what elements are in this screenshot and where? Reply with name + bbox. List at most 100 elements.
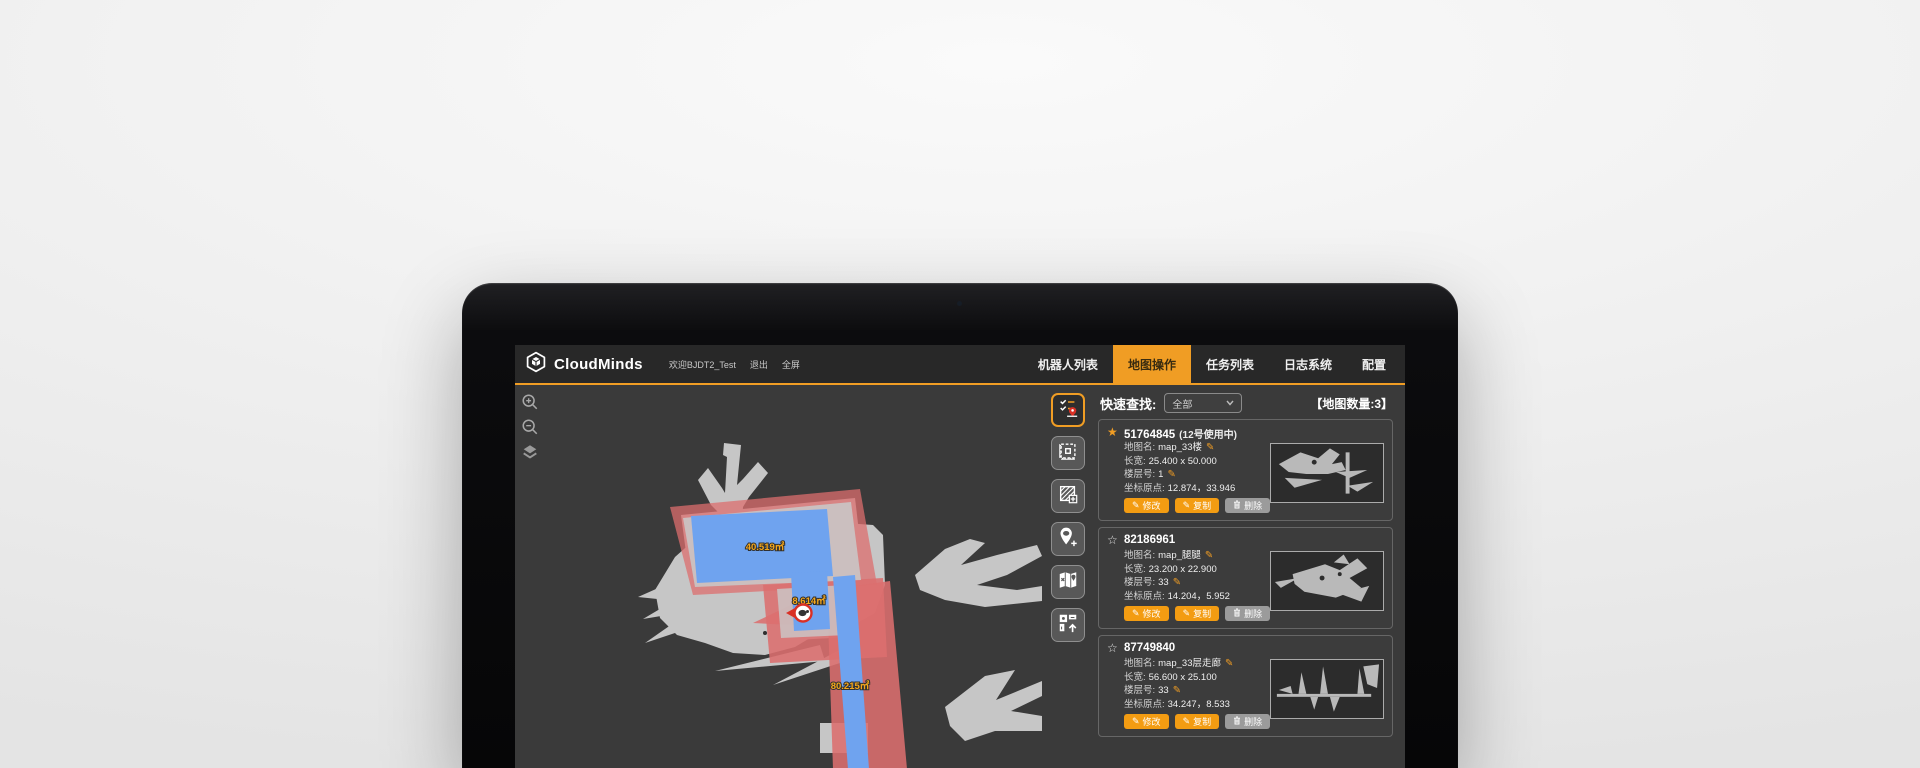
brand-name: CloudMinds [554,356,643,373]
copy-button[interactable]: ✎复制 [1175,606,1220,621]
add-virtual-wall-button[interactable] [1051,479,1085,513]
map-list-panel: 快速查找: 全部 【地图数量:3】 ★ 51764845(12号使用中) [1098,385,1400,768]
field-value: 14.204，5.952 [1168,591,1230,602]
pencil-icon: ✎ [1132,500,1140,511]
trash-icon [1233,608,1241,619]
card-actions: ✎修改 ✎复制 删除 [1124,606,1270,621]
favorite-star-icon[interactable]: ★ [1107,426,1118,438]
edit-pencil-icon[interactable]: ✎ [1225,658,1233,669]
map-id: 82186961 [1124,534,1175,546]
quick-search-label: 快速查找: [1100,394,1156,413]
app-window: CloudMinds 欢迎BJDT2_Test 退出 全屏 机器人列表 地图操作… [515,345,1405,768]
pencil-icon: ✎ [1132,608,1140,619]
desktop-background: CloudMinds 欢迎BJDT2_Test 退出 全屏 机器人列表 地图操作… [0,0,1920,768]
edit-button[interactable]: ✎修改 [1124,498,1169,513]
field-label: 长宽: [1124,564,1146,575]
add-virtual-wall-icon [1057,483,1079,510]
delete-button[interactable]: 删除 [1225,498,1270,513]
delete-button-label: 删除 [1244,499,1262,512]
favorite-star-icon[interactable]: ☆ [1107,642,1118,654]
filter-row: 快速查找: 全部 【地图数量:3】 [1100,393,1393,413]
copy-button-label: 复制 [1193,499,1211,512]
pencil-icon: ✎ [1183,500,1191,511]
map-canvas[interactable]: 40.519㎡ 8.614㎡ 80.215㎡ [515,385,1045,768]
map-controls [521,393,539,461]
delete-button[interactable]: 删除 [1225,714,1270,729]
field-value: 1 [1158,469,1163,480]
copy-button[interactable]: ✎复制 [1175,714,1220,729]
map-thumbnail[interactable] [1270,443,1384,503]
field-floor: 楼层号:1 ✎ [1124,470,1235,481]
map-card-list: ★ 51764845(12号使用中) 地图名:map_33楼✎ 长宽:25.40… [1098,419,1393,737]
field-label: 坐标原点: [1124,591,1165,602]
pencil-icon: ✎ [1183,716,1191,727]
zoom-in-button[interactable] [521,393,539,411]
brand: CloudMinds [525,351,643,378]
field-origin: 坐标原点:12.874，33.946 [1124,484,1235,495]
field-label: 坐标原点: [1124,699,1165,710]
map-task-list-button[interactable] [1051,393,1085,427]
area-label: 40.519㎡ [746,541,785,553]
field-value: map_33层走廊 [1158,658,1221,669]
map-card: ☆ 82186961 地图名:map_腿腿✎ 长宽:23.200 x 22.90… [1098,527,1393,629]
copy-button[interactable]: ✎复制 [1175,498,1220,513]
favorite-star-icon[interactable]: ☆ [1107,534,1118,546]
fullscreen-link[interactable]: 全屏 [782,358,800,371]
edit-button-label: 修改 [1143,499,1161,512]
filter-dropdown[interactable]: 全部 [1164,393,1242,413]
delete-button-label: 删除 [1244,607,1262,620]
card-fields: 地图名:map_33楼✎ 长宽:25.400 x 50.000 楼层号:1✎ 坐… [1124,443,1235,494]
map-id: 87749840 [1124,642,1175,654]
delete-button[interactable]: 删除 [1225,606,1270,621]
map-thumbnail[interactable] [1270,659,1384,719]
area-label: 80.215㎡ [831,680,870,692]
measure-area-button[interactable] [1051,436,1085,470]
field-origin: 坐标原点:14.204，5.952 [1124,592,1230,603]
field-label: 坐标原点: [1124,483,1165,494]
field-label: 楼层号: [1124,577,1155,588]
nav-tab-map-operation[interactable]: 地图操作 [1113,345,1191,383]
logout-link[interactable]: 退出 [750,358,768,371]
field-floor: 楼层号:33✎ [1124,686,1233,697]
edit-pencil-icon[interactable]: ✎ [1167,469,1175,480]
upload-map-button[interactable] [1051,608,1085,642]
edit-pencil-icon[interactable]: ✎ [1206,442,1214,453]
upload-map-icon [1057,612,1079,639]
map-status-badge: (12号使用中) [1179,430,1237,441]
edit-pencil-icon[interactable]: ✎ [1173,685,1181,696]
nav-tab-task-list[interactable]: 任务列表 [1191,345,1269,383]
map-annotate-icon [1057,569,1079,596]
map-annotate-button[interactable] [1051,565,1085,599]
pencil-icon: ✎ [1183,608,1191,619]
app-body: 40.519㎡ 8.614㎡ 80.215㎡ [515,385,1405,768]
webcam-dot [957,301,962,306]
card-title: 87749840 [1124,642,1179,654]
cloudminds-logo-icon [525,351,547,378]
map-toolbar [1051,393,1085,642]
layers-button[interactable] [521,443,539,461]
edit-button[interactable]: ✎修改 [1124,714,1169,729]
nav-tab-config[interactable]: 配置 [1347,345,1401,383]
zoom-out-button[interactable] [521,418,539,436]
field-size: 长宽:25.400 x 50.000 [1124,457,1235,468]
copy-button-label: 复制 [1193,607,1211,620]
field-map-name: 地图名:map_33层走廊 ✎ [1124,659,1233,670]
field-label: 楼层号: [1124,685,1155,696]
edit-button[interactable]: ✎修改 [1124,606,1169,621]
map-task-list-icon [1057,397,1079,424]
field-label: 长宽: [1124,456,1146,467]
add-point-button[interactable] [1051,522,1085,556]
card-actions: ✎修改 ✎复制 删除 [1124,714,1270,729]
field-label: 地图名: [1124,658,1155,669]
field-label: 地图名: [1124,550,1155,561]
nav-tab-log-system[interactable]: 日志系统 [1269,345,1347,383]
map-thumbnail[interactable] [1270,551,1384,611]
field-value: 56.600 x 25.100 [1149,672,1217,683]
field-value: map_33楼 [1158,442,1202,453]
map-card: ★ 51764845(12号使用中) 地图名:map_33楼✎ 长宽:25.40… [1098,419,1393,521]
edit-pencil-icon[interactable]: ✎ [1205,550,1213,561]
nav-tab-robot-list[interactable]: 机器人列表 [1023,345,1113,383]
field-label: 楼层号: [1124,469,1155,480]
edit-pencil-icon[interactable]: ✎ [1173,577,1181,588]
map-count-label: 【地图数量:3】 [1310,395,1393,412]
